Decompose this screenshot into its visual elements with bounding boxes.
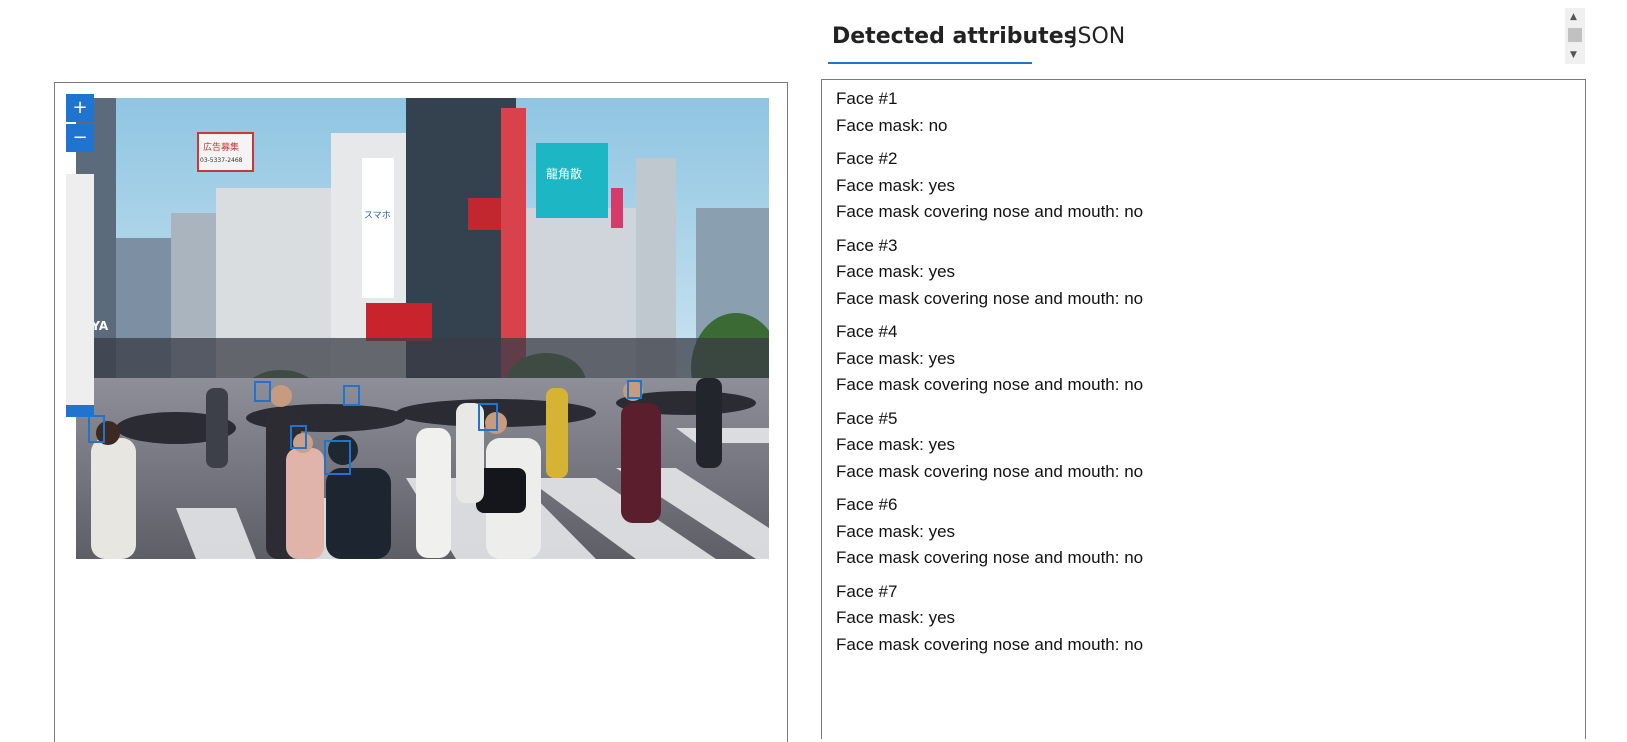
tab-json[interactable]: JSON [1071, 18, 1125, 64]
mask-covering-value: Face mask covering nose and mouth: no [836, 548, 1144, 567]
face-title: Face #7 [836, 581, 898, 601]
analyzed-photo: 広告募集 03-5337-2468 スマホ 龍角散 TAYA [76, 98, 769, 559]
face-result: Face #5 Face mask: yes Face mask coverin… [836, 406, 1571, 486]
scroll-up-arrow-icon[interactable]: ▲ [1570, 12, 1577, 22]
face-mask-value: Face mask: yes [836, 262, 956, 281]
face-title: Face #5 [836, 408, 898, 428]
scroll-down-arrow-icon[interactable]: ▼ [1570, 50, 1577, 60]
face-result: Face #7 Face mask: yes Face mask coverin… [836, 579, 1571, 659]
scroll-thumb[interactable] [1568, 28, 1582, 42]
image-viewer[interactable]: 広告募集 03-5337-2468 スマホ 龍角散 TAYA [54, 82, 788, 742]
face-title: Face #3 [836, 235, 898, 255]
face-result: Face #2 Face mask: yes Face mask coverin… [836, 146, 1571, 226]
zoom-slider-track[interactable] [66, 174, 94, 409]
zoom-in-button[interactable]: + [66, 94, 94, 122]
face-result: Face #1 Face mask: no [836, 86, 1571, 139]
mask-covering-value: Face mask covering nose and mouth: no [836, 634, 1144, 654]
zoom-slider-thumb[interactable] [66, 405, 94, 417]
billboard-top-text: 広告募集 [203, 141, 239, 153]
face-result: Face #4 Face mask: yes Face mask coverin… [836, 319, 1571, 399]
attributes-panel: Face #1 Face mask: no Face #2 Face mask:… [821, 79, 1586, 739]
tab-detected-attributes[interactable]: Detected attributes [828, 18, 1077, 64]
face-mask-value: Face mask: yes [836, 348, 956, 368]
mask-covering-value: Face mask covering nose and mouth: no [836, 288, 1144, 308]
face-title: Face #4 [836, 322, 898, 341]
mask-covering-value: Face mask covering nose and mouth: no [836, 461, 1144, 481]
tall-sign-text: スマホ [364, 210, 391, 221]
billboard-phone-text: 03-5337-2468 [200, 157, 243, 164]
face-mask-value: Face mask: yes [836, 175, 956, 195]
zoom-out-button[interactable]: − [66, 124, 94, 152]
face-mask-value: Face mask: yes [836, 521, 956, 541]
face-mask-value: Face mask: no [836, 115, 948, 135]
blue-sign-text: 龍角散 [546, 166, 582, 181]
face-title: Face #6 [836, 495, 898, 514]
face-result: Face #6 Face mask: yes Face mask coverin… [836, 492, 1571, 572]
face-result: Face #3 Face mask: yes Face mask coverin… [836, 233, 1571, 313]
face-mask-value: Face mask: yes [836, 608, 956, 627]
face-mask-value: Face mask: yes [836, 435, 956, 454]
face-title: Face #2 [836, 149, 898, 168]
page-scrollbar[interactable]: ▲ ▼ [1565, 8, 1585, 64]
mask-covering-value: Face mask covering nose and mouth: no [836, 202, 1144, 221]
mask-covering-value: Face mask covering nose and mouth: no [836, 375, 1144, 394]
face-title: Face #1 [836, 89, 898, 108]
